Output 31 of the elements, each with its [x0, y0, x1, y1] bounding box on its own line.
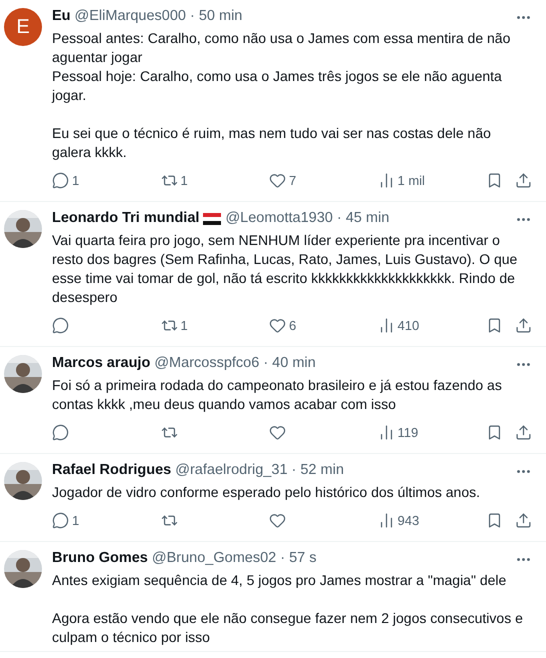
author-handle[interactable]: @Marcosspfco6: [154, 353, 260, 375]
post-time: · 52 min: [292, 461, 344, 480]
views-button[interactable]: 943: [378, 510, 486, 530]
like-button[interactable]: 6: [269, 316, 378, 336]
repost-button[interactable]: 1: [160, 170, 269, 190]
author-name[interactable]: Eu: [52, 6, 71, 28]
author-handle[interactable]: @rafaelrodrig_31: [175, 460, 288, 482]
reply-button[interactable]: 1: [52, 510, 160, 530]
post-text: Foi só a primeira rodada do campeonato brasileiro e já estou fazendo as contas kkkk ,meu deus quando vamos acabar com isso: [52, 376, 503, 414]
author-handle[interactable]: @Bruno_Gomes02: [152, 548, 276, 570]
author-name[interactable]: Rafael Rodrigues: [52, 460, 172, 482]
like-button[interactable]: 7: [269, 170, 378, 190]
author-handle[interactable]: @EliMarques000: [74, 6, 186, 28]
post-text: Jogador de vidro conforme esperado pelo histórico dos últimos anos.: [52, 483, 482, 502]
post-time: · 45 min: [336, 209, 390, 228]
author-name[interactable]: Leonardo Tri mundial: [52, 208, 200, 230]
views-button[interactable]: 410: [378, 316, 486, 336]
author-name[interactable]: Marcos araujo: [52, 353, 150, 375]
post-text: Pessoal antes: Caralho, como não usa o James com essa mentira de não aguentar jogar Pessoal hoje: Caralho, como usa o James três jogos se ele não aguenta jogar. Eu sei que o técnico é ruim, mas nem tudo vai ser nas costas dele não galera kkkk.: [52, 29, 512, 162]
repost-button[interactable]: 1: [160, 316, 269, 336]
post-time: · 50 min: [190, 7, 242, 26]
avatar[interactable]: E: [4, 8, 42, 46]
post-text: Vai quarta feira pro jogo, sem NENHUM líder experiente pra incentivar o resto dos bagres (Sem Rafinha, Lucas, Rato, James, Luis Gustavo). O que esse time vai tomar de gol, não tá escrito kkkkkkkkkkkkkkkkkkkk. Rindo de desespero: [52, 231, 518, 307]
views-button[interactable]: 1 mil: [378, 170, 486, 190]
post-text: Antes exigiam sequência de 4, 5 jogos pro James mostrar a "magia" dele Agora estão vendo que ele não consegue fazer nem 2 jogos consecutivos e culpam o técnico por isso: [52, 571, 524, 647]
author-handle[interactable]: @Leomotta1930: [225, 208, 333, 230]
post-time: · 57 s: [280, 549, 316, 568]
reply-button[interactable]: 1: [52, 170, 160, 190]
post-time: · 40 min: [263, 354, 316, 374]
views-button[interactable]: 119: [378, 422, 486, 442]
author-name[interactable]: Bruno Gomes: [52, 548, 148, 570]
